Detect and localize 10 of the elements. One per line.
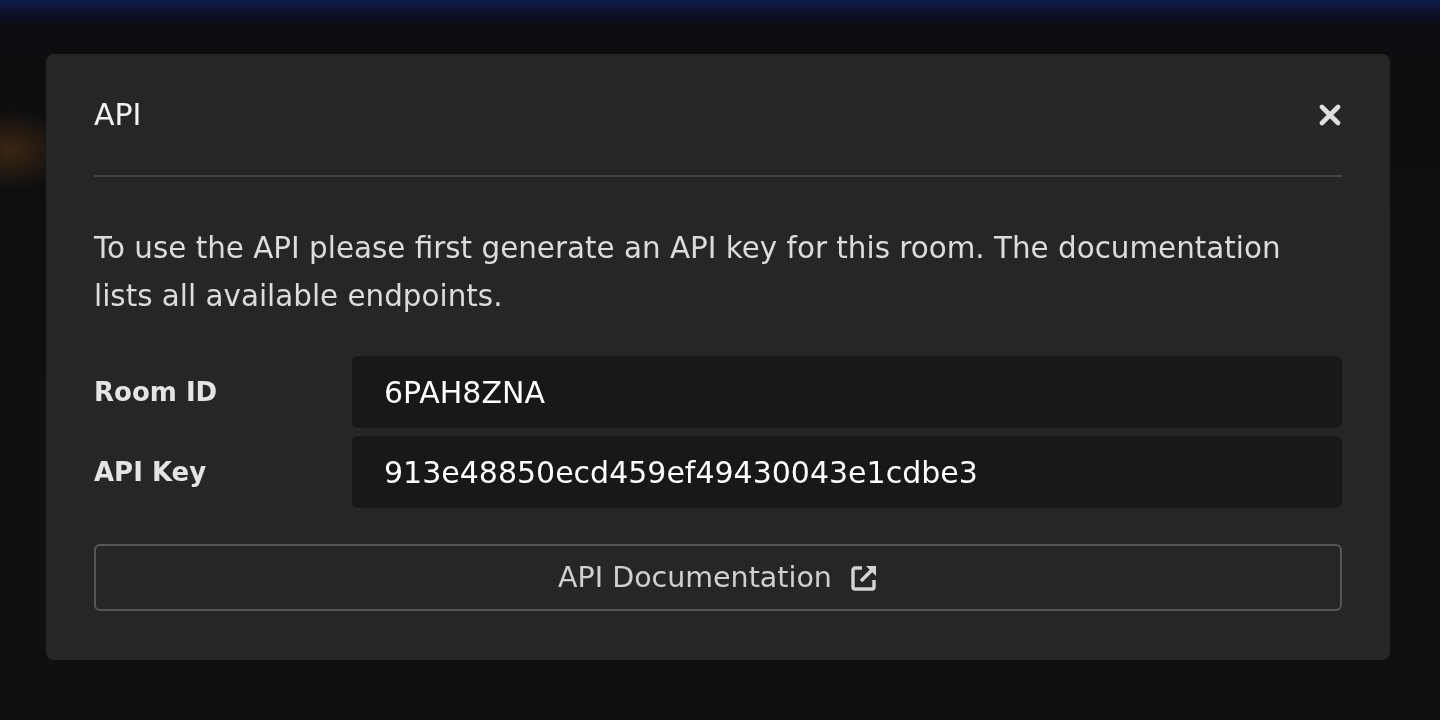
dialog-title: API [94,98,142,132]
description-text: To use the API please first generate an API key for this room. The documentation lists all available endpoints. [94,230,1282,315]
external-link-icon [849,563,878,592]
field-label: API Key [94,457,207,487]
documentation-button[interactable]: API Documentation [94,544,1342,611]
input-field[interactable]: 913e48850ecd459ef49430043e1cdbe3 [352,436,1342,508]
close-button[interactable] [1319,104,1341,126]
field-label: Room ID [94,377,218,407]
input-field[interactable]: 6PAH8ZNA [352,356,1342,428]
close-icon [1319,104,1341,126]
